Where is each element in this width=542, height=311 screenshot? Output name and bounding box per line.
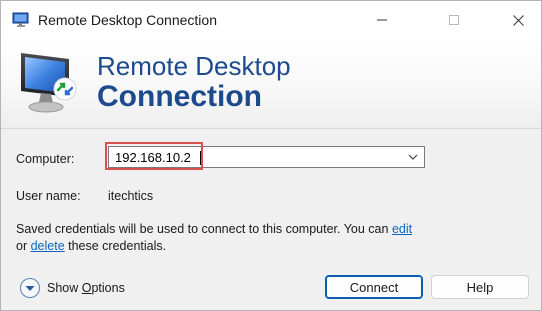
show-options-suffix: ptions bbox=[91, 281, 125, 295]
banner-title-line1: Remote Desktop bbox=[97, 51, 291, 81]
title-bar[interactable]: Remote Desktop Connection bbox=[1, 1, 541, 39]
user-name-label: User name: bbox=[16, 189, 81, 203]
minimize-icon bbox=[377, 19, 387, 21]
computer-label: Computer: bbox=[16, 152, 75, 166]
close-icon bbox=[512, 14, 524, 26]
remote-desktop-monitor-icon bbox=[21, 53, 77, 113]
info-text-c: these credentials. bbox=[64, 239, 167, 253]
expand-down-icon[interactable] bbox=[19, 277, 41, 299]
computer-input-value[interactable]: 192.168.10.2 bbox=[115, 150, 191, 165]
credentials-info: Saved credentials will be used to connec… bbox=[16, 221, 416, 255]
minimize-button[interactable] bbox=[359, 1, 405, 39]
show-options-prefix: Show bbox=[47, 281, 82, 295]
info-text-b: or bbox=[16, 239, 31, 253]
maximize-icon bbox=[449, 15, 459, 25]
close-button[interactable] bbox=[495, 1, 541, 39]
connect-button[interactable]: Connect bbox=[325, 275, 423, 299]
show-options-toggle[interactable]: Show Options bbox=[47, 281, 125, 295]
chevron-down-icon[interactable] bbox=[406, 150, 420, 164]
delete-credentials-link[interactable]: delete bbox=[31, 239, 65, 253]
edit-credentials-link[interactable]: edit bbox=[392, 222, 412, 236]
banner-title-line2: Connection bbox=[97, 80, 262, 113]
text-caret bbox=[200, 151, 201, 165]
info-text-a: Saved credentials will be used to connec… bbox=[16, 222, 392, 236]
banner: Remote Desktop Connection bbox=[1, 39, 541, 129]
help-button[interactable]: Help bbox=[431, 275, 529, 299]
computer-combobox[interactable]: 192.168.10.2 bbox=[108, 146, 425, 168]
rdc-window: Remote Desktop Connection Remote Desktop… bbox=[0, 0, 542, 311]
window-title: Remote Desktop Connection bbox=[38, 12, 217, 28]
user-name-value: itechtics bbox=[108, 189, 154, 203]
remote-desktop-icon bbox=[12, 12, 29, 27]
maximize-button[interactable] bbox=[431, 1, 477, 39]
